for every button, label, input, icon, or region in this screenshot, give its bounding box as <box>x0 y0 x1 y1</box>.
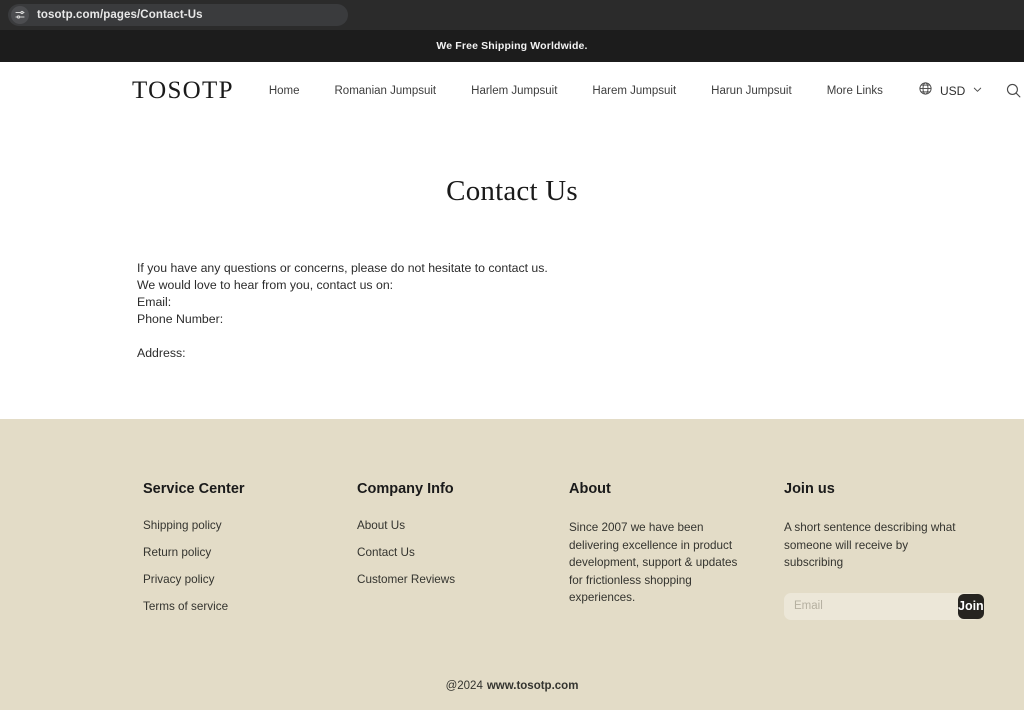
contact-line-address: Address: <box>137 345 186 360</box>
globe-icon <box>918 81 933 101</box>
footer-heading-join-us: Join us <box>784 481 835 497</box>
chevron-down-icon <box>972 82 983 100</box>
footer-copyright: @2024 www.tosotp.com <box>0 680 1024 692</box>
footer-about-text: Since 2007 we have been delivering excel… <box>569 521 738 604</box>
footer-link-customer-reviews[interactable]: Customer Reviews <box>357 573 569 586</box>
contact-line-phone: Phone Number: <box>137 311 224 326</box>
nav-item-romanian-jumpsuit[interactable]: Romanian Jumpsuit <box>335 85 463 97</box>
footer-link-terms-of-service[interactable]: Terms of service <box>143 600 357 613</box>
currency-label: USD <box>939 83 966 98</box>
header-actions: USD <box>918 81 1024 101</box>
search-icon[interactable] <box>1005 82 1022 99</box>
nav-item-harlem-jumpsuit[interactable]: Harlem Jumpsuit <box>471 85 583 97</box>
main-navigation: Home Romanian Jumpsuit Harlem Jumpsuit H… <box>269 85 918 97</box>
url-text: tosotp.com/pages/Contact-Us <box>37 9 203 21</box>
footer-link-about-us[interactable]: About Us <box>357 519 569 532</box>
site-url: www.tosotp.com <box>486 680 579 692</box>
contact-line-intro: If you have any questions or concerns, p… <box>137 261 548 275</box>
nav-item-home[interactable]: Home <box>269 85 326 97</box>
site-footer: Service Center Shipping policy Return po… <box>0 419 1024 710</box>
announcement-text: We Free Shipping Worldwide. <box>436 40 588 52</box>
footer-heading-company-info: Company Info <box>357 481 454 497</box>
footer-column-service-center: Service Center Shipping policy Return po… <box>143 481 357 627</box>
subscribe-form: Join <box>784 592 984 620</box>
page-title: Contact Us <box>446 175 578 207</box>
announcement-bar: We Free Shipping Worldwide. <box>0 30 1024 62</box>
contact-details: If you have any questions or concerns, p… <box>0 260 1024 362</box>
contact-line-email: Email: <box>137 294 172 309</box>
contact-line-invite: We would love to hear from you, contact … <box>137 277 394 292</box>
footer-link-contact-us[interactable]: Contact Us <box>357 546 569 559</box>
url-bar[interactable]: tosotp.com/pages/Contact-Us <box>8 4 348 26</box>
footer-link-privacy-policy[interactable]: Privacy policy <box>143 573 357 586</box>
footer-heading-about: About <box>569 481 611 497</box>
site-logo[interactable]: TOSOTP <box>132 77 234 105</box>
footer-column-company-info: Company Info About Us Contact Us Custome… <box>357 481 569 627</box>
site-header: TOSOTP Home Romanian Jumpsuit Harlem Jum… <box>0 62 1024 119</box>
nav-item-harem-jumpsuit[interactable]: Harem Jumpsuit <box>592 85 702 97</box>
main-content: Contact Us If you have any questions or … <box>0 119 1024 419</box>
footer-column-about: About Since 2007 we have been delivering… <box>569 481 784 627</box>
footer-heading-service-center: Service Center <box>143 481 245 497</box>
footer-link-return-policy[interactable]: Return policy <box>143 546 357 559</box>
footer-join-description: A short sentence describing what someone… <box>784 521 956 569</box>
sliders-icon[interactable] <box>11 6 29 24</box>
nav-item-harun-jumpsuit[interactable]: Harun Jumpsuit <box>711 85 818 97</box>
footer-column-join-us: Join us A short sentence describing what… <box>784 481 984 627</box>
nav-item-more-links[interactable]: More Links <box>827 85 909 97</box>
currency-selector[interactable]: USD <box>918 81 983 101</box>
join-button[interactable]: Join <box>958 593 984 619</box>
email-input[interactable] <box>784 592 958 620</box>
browser-chrome: tosotp.com/pages/Contact-Us <box>0 0 1024 30</box>
copyright-year: @2024 <box>445 680 483 692</box>
footer-link-shipping-policy[interactable]: Shipping policy <box>143 519 357 532</box>
footer-columns: Service Center Shipping policy Return po… <box>0 419 1024 627</box>
